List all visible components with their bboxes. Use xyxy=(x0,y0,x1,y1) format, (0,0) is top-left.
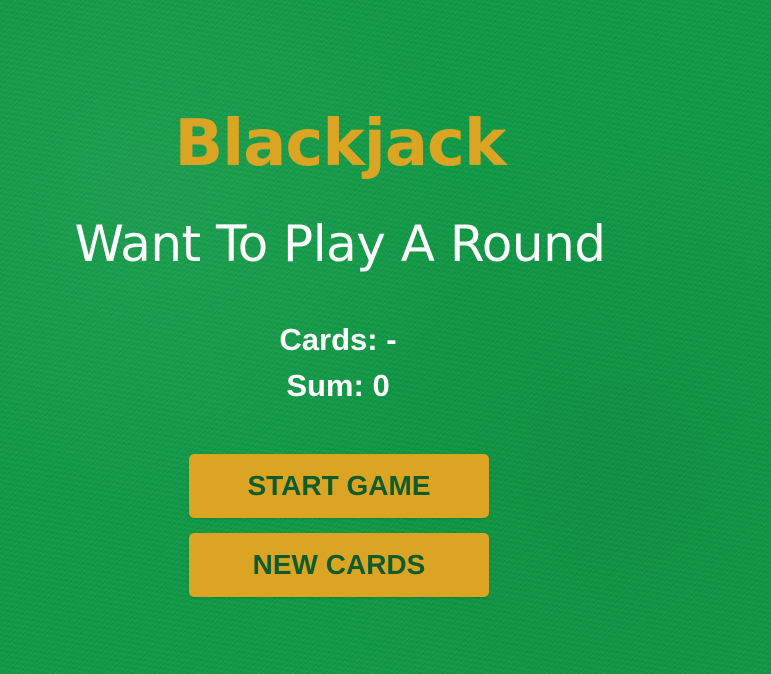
cards-value: - xyxy=(386,322,397,357)
start-game-button[interactable]: START GAME xyxy=(189,454,489,518)
sum-value: 0 xyxy=(372,368,390,403)
new-cards-button[interactable]: NEW CARDS xyxy=(189,533,489,597)
message-text: Want To Play A Round xyxy=(74,215,606,273)
sum-label: Sum: xyxy=(286,368,364,403)
cards-display: Cards: - xyxy=(188,320,488,360)
sum-display: Sum: 0 xyxy=(188,366,488,406)
cards-label: Cards: xyxy=(279,322,378,357)
game-title: Blackjack xyxy=(174,107,506,181)
game-table: Blackjack Want To Play A Round Cards: - … xyxy=(0,0,680,674)
